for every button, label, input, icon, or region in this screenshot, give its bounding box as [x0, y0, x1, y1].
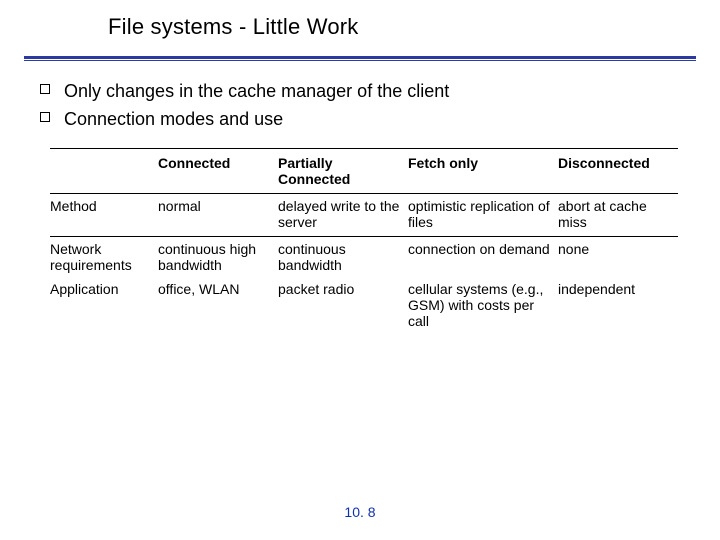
table-row: Application office, WLAN packet radio ce…	[50, 277, 678, 333]
table-cell: cellular systems (e.g., GSM) with costs …	[408, 277, 558, 333]
title-rule	[24, 56, 696, 62]
table-cell: continuous high bandwidth	[158, 237, 278, 278]
modes-table: Connected Partially Connected Fetch only…	[50, 148, 678, 333]
table-header-cell: Partially Connected	[278, 149, 408, 194]
table-row: Network requirements continuous high ban…	[50, 237, 678, 278]
table-header-cell: Fetch only	[408, 149, 558, 194]
table-header-cell: Connected	[158, 149, 278, 194]
table-cell: independent	[558, 277, 678, 333]
table-header-row: Connected Partially Connected Fetch only…	[50, 149, 678, 194]
bullet-icon	[40, 84, 50, 94]
row-label: Application	[50, 277, 158, 333]
table-cell: none	[558, 237, 678, 278]
table-cell: normal	[158, 194, 278, 237]
row-label: Network requirements	[50, 237, 158, 278]
bullet-text: Only changes in the cache manager of the…	[64, 78, 449, 104]
table-cell: abort at cache miss	[558, 194, 678, 237]
slide: File systems - Little Work Only changes …	[0, 0, 720, 540]
page-number: 10. 8	[0, 504, 720, 520]
bullet-item: Only changes in the cache manager of the…	[40, 78, 449, 104]
table-cell: continuous bandwidth	[278, 237, 408, 278]
bullet-text: Connection modes and use	[64, 106, 283, 132]
slide-title: File systems - Little Work	[108, 14, 359, 40]
bullet-item: Connection modes and use	[40, 106, 449, 132]
table-row: Method normal delayed write to the serve…	[50, 194, 678, 237]
table-header-cell	[50, 149, 158, 194]
table-header-cell: Disconnected	[558, 149, 678, 194]
table-cell: connection on demand	[408, 237, 558, 278]
table-cell: office, WLAN	[158, 277, 278, 333]
bullet-list: Only changes in the cache manager of the…	[40, 78, 449, 134]
table-cell: packet radio	[278, 277, 408, 333]
table-cell: optimistic replication of files	[408, 194, 558, 237]
table-cell: delayed write to the server	[278, 194, 408, 237]
bullet-icon	[40, 112, 50, 122]
row-label: Method	[50, 194, 158, 237]
